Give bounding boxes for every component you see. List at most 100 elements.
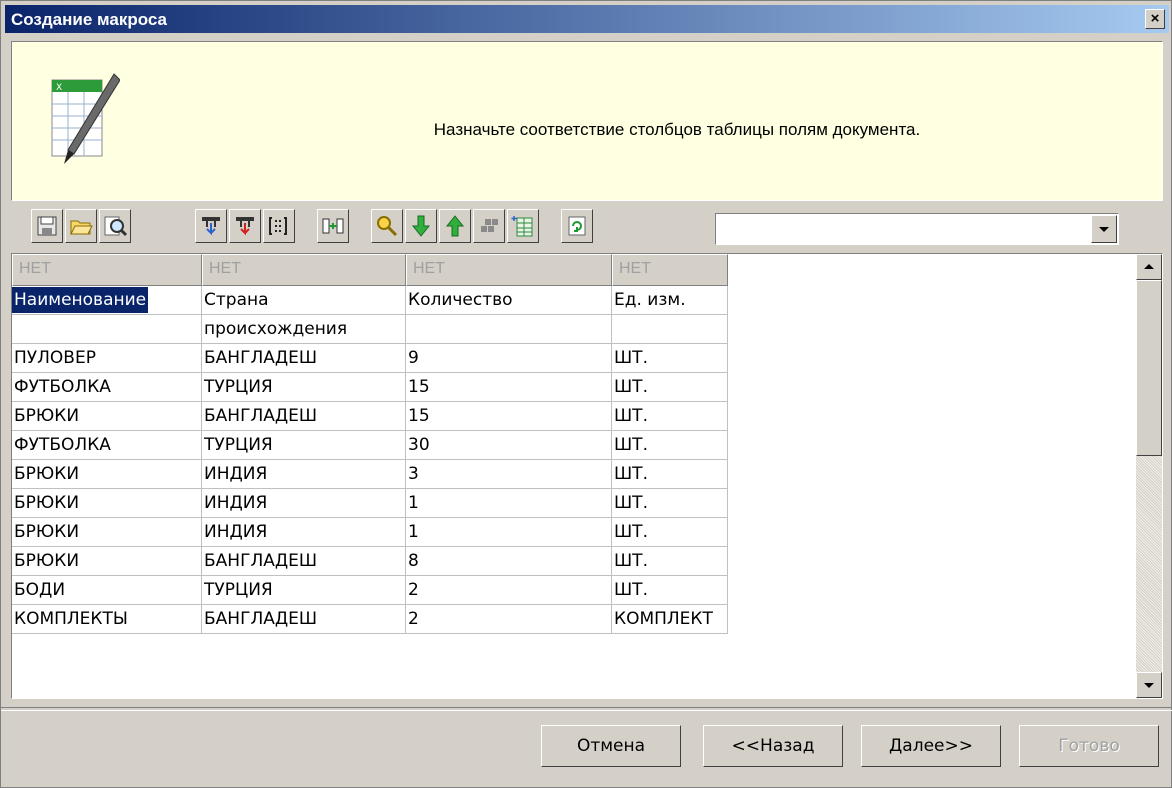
grid-cell[interactable]: БАНГЛАДЕШ	[202, 547, 406, 576]
group-icon	[481, 219, 498, 232]
scroll-up-button[interactable]	[1136, 254, 1162, 280]
merge-columns-button[interactable]	[317, 209, 349, 243]
close-button[interactable]: ×	[1145, 9, 1165, 29]
move-down-button[interactable]	[405, 209, 437, 243]
open-button[interactable]	[65, 209, 97, 243]
grid-cell[interactable]: 2	[406, 576, 612, 605]
grid-cell[interactable]: ИНДИЯ	[202, 460, 406, 489]
table-row[interactable]: БРЮКИ ИНДИЯ 3 ШТ.	[12, 460, 728, 489]
column-header-3[interactable]: НЕТ	[406, 254, 612, 286]
grid-cell[interactable]: 30	[406, 431, 612, 460]
grid-cell[interactable]: ШТ.	[612, 489, 728, 518]
chevron-down-icon	[1144, 683, 1154, 688]
cancel-button[interactable]: Отмена	[541, 725, 681, 767]
vertical-scrollbar[interactable]	[1136, 254, 1162, 698]
column-format-icon	[269, 217, 287, 235]
grid-cell[interactable]: Страна	[202, 286, 406, 315]
macro-wizard-window: Создание макроса × X Назначьте соответст…	[0, 0, 1172, 788]
title-bar: Создание макроса ×	[5, 5, 1169, 33]
grid-cell[interactable]: ПУЛОВЕР	[12, 344, 202, 373]
grid-cell[interactable]: ШТ.	[612, 547, 728, 576]
table-row[interactable]: Наименование Страна Количество Ед. изм.	[12, 286, 728, 315]
find-button[interactable]	[371, 209, 403, 243]
table-row[interactable]: ПУЛОВЕР БАНГЛАДЕШ 9 ШТ.	[12, 344, 728, 373]
table-row[interactable]: БОДИ ТУРЦИЯ 2 ШТ.	[12, 576, 728, 605]
grid-cell[interactable]: ТУРЦИЯ	[202, 576, 406, 605]
combobox-dropdown-button[interactable]	[1091, 215, 1117, 243]
grid-cell[interactable]	[406, 315, 612, 344]
grid-cell[interactable]: БАНГЛАДЕШ	[202, 344, 406, 373]
grid-cell[interactable]: ШТ.	[612, 402, 728, 431]
grid-cell[interactable]: 2	[406, 605, 612, 634]
grid-cell[interactable]: ФУТБОЛКА	[12, 373, 202, 402]
grid-cell[interactable]: ШТ.	[612, 373, 728, 402]
grid-cell[interactable]: ТУРЦИЯ	[202, 431, 406, 460]
back-button[interactable]: <<Назад	[703, 725, 843, 767]
table-row[interactable]: происхождения	[12, 315, 728, 344]
grid-header-row: НЕТ НЕТ НЕТ НЕТ	[12, 254, 728, 286]
open-folder-icon	[70, 220, 93, 235]
grid-cell[interactable]: БРЮКИ	[12, 547, 202, 576]
footer-divider	[1, 707, 1172, 711]
grid-cell[interactable]: БАНГЛАДЕШ	[202, 402, 406, 431]
window-title: Создание макроса	[11, 10, 168, 29]
group-button[interactable]	[473, 209, 505, 243]
move-up-button[interactable]	[439, 209, 471, 243]
grid-cell[interactable]: БРЮКИ	[12, 402, 202, 431]
refresh-button[interactable]	[561, 209, 593, 243]
scroll-thumb[interactable]	[1136, 280, 1162, 456]
grid-cell[interactable]: БРЮКИ	[12, 518, 202, 547]
column-header-4[interactable]: НЕТ	[612, 254, 728, 286]
grid-cell[interactable]: Количество	[406, 286, 612, 315]
grid-cell[interactable]: КОМПЛЕКТЫ	[12, 605, 202, 634]
column-format-button[interactable]	[263, 209, 295, 243]
table-row[interactable]: ФУТБОЛКА ТУРЦИЯ 30 ШТ.	[12, 431, 728, 460]
table-row[interactable]: ФУТБОЛКА ТУРЦИЯ 15 ШТ.	[12, 373, 728, 402]
table-row[interactable]: БРЮКИ БАНГЛАДЕШ 15 ШТ.	[12, 402, 728, 431]
add-table-button[interactable]	[507, 209, 539, 243]
grid-cell[interactable]: ШТ.	[612, 518, 728, 547]
grid-cell[interactable]: ИНДИЯ	[202, 489, 406, 518]
instruction-text: Назначьте соответствие столбцов таблицы …	[433, 120, 921, 139]
grid-cell[interactable]: 1	[406, 489, 612, 518]
save-button[interactable]	[31, 209, 63, 243]
grid-cell[interactable]	[612, 315, 728, 344]
table-row[interactable]: БРЮКИ БАНГЛАДЕШ 8 ШТ.	[12, 547, 728, 576]
grid-cell[interactable]: 9	[406, 344, 612, 373]
table-row[interactable]: БРЮКИ ИНДИЯ 1 ШТ.	[12, 518, 728, 547]
field-combobox[interactable]	[715, 213, 1119, 245]
grid-cell[interactable]: БАНГЛАДЕШ	[202, 605, 406, 634]
scroll-down-button[interactable]	[1136, 672, 1162, 698]
grid-cell-selected[interactable]: Наименование	[12, 286, 202, 315]
grid-cell[interactable]: 1	[406, 518, 612, 547]
grid-cell[interactable]: ШТ.	[612, 344, 728, 373]
grid-cell[interactable]: 15	[406, 373, 612, 402]
next-button[interactable]: Далее>>	[861, 725, 1001, 767]
column-header-2[interactable]: НЕТ	[202, 254, 406, 286]
grid-cell[interactable]: ТУРЦИЯ	[202, 373, 406, 402]
grid-cell[interactable]: 8	[406, 547, 612, 576]
table-row[interactable]: КОМПЛЕКТЫ БАНГЛАДЕШ 2 КОМПЛЕКТ	[12, 605, 728, 634]
grid-cell[interactable]: ШТ.	[612, 460, 728, 489]
grid-cell[interactable]: ИНДИЯ	[202, 518, 406, 547]
grid-cell[interactable]: ШТ.	[612, 431, 728, 460]
preview-button[interactable]	[99, 209, 131, 243]
grid-cell[interactable]	[12, 315, 202, 344]
grid-cell[interactable]: ШТ.	[612, 576, 728, 605]
grid-cell[interactable]: ФУТБОЛКА	[12, 431, 202, 460]
grid-cell[interactable]: Ед. изм.	[612, 286, 728, 315]
column-header-1[interactable]: НЕТ	[12, 254, 202, 286]
grid-cell[interactable]: 3	[406, 460, 612, 489]
grid-cell[interactable]: КОМПЛЕКТ	[612, 605, 728, 634]
grid-cell[interactable]: БРЮКИ	[12, 489, 202, 518]
save-icon	[37, 216, 57, 236]
export-columns-button[interactable]	[229, 209, 261, 243]
chevron-up-icon	[1144, 264, 1154, 269]
grid-cell[interactable]: БРЮКИ	[12, 460, 202, 489]
finish-button[interactable]: Готово	[1019, 725, 1159, 767]
grid-cell[interactable]: БОДИ	[12, 576, 202, 605]
grid-cell[interactable]: 15	[406, 402, 612, 431]
table-row[interactable]: БРЮКИ ИНДИЯ 1 ШТ.	[12, 489, 728, 518]
grid-cell[interactable]: происхождения	[202, 315, 406, 344]
import-columns-button[interactable]	[195, 209, 227, 243]
